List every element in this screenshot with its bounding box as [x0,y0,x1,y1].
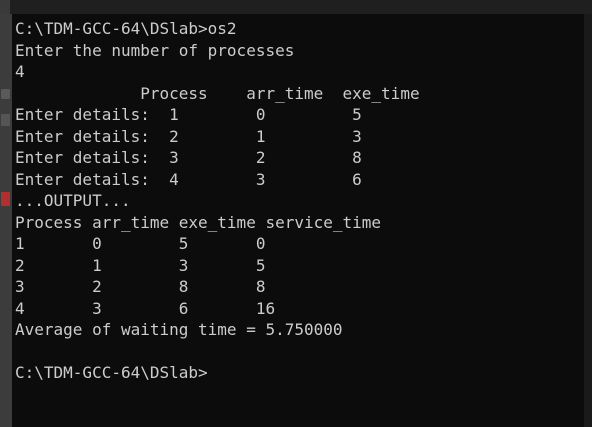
console-line: C:\TDM-GCC-64\DSlab> [15,363,208,382]
window-top-strip [0,0,592,14]
window-frame: C:\TDM-GCC-64\DSlab>os2 Enter the number … [0,0,592,427]
console-line: Enter details: 3 2 8 [15,148,362,167]
console-line: Enter details: 4 3 6 [15,169,362,189]
console-line: 3 2 8 8 [15,277,266,296]
console-window[interactable]: C:\TDM-GCC-64\DSlab>os2 Enter the number … [12,14,584,427]
console-line: 4 3 6 16 [15,298,276,318]
console-line: Process arr_time exe_time [15,83,420,103]
console-line: Enter details: 2 1 3 [15,126,362,146]
console-output: C:\TDM-GCC-64\DSlab>os2 Enter the number … [15,18,420,384]
gutter-mark-gray [1,89,10,99]
console-line: Process arr_time exe_time service_time [15,212,382,232]
left-gutter [0,14,12,427]
console-line: 2 1 3 5 [15,255,266,275]
console-line: Average of waiting time = 5.750000 [15,320,343,339]
gutter-mark-gray [1,114,10,126]
scrollbar-track[interactable] [584,14,592,427]
gutter-mark-red [1,192,10,206]
console-line: Enter the number of processes [15,40,295,60]
console-line: ...OUTPUT... [15,191,131,210]
strip-accent [0,0,10,14]
console-line: Enter details: 1 0 5 [15,105,362,124]
console-line: C:\TDM-GCC-64\DSlab>os2 [15,19,237,38]
console-line: 1 0 5 0 [15,234,266,253]
console-line: 4 [15,62,25,81]
